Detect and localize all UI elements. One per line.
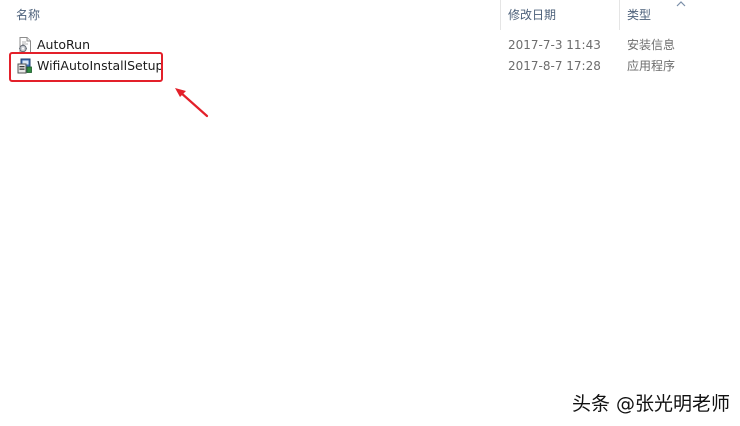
file-date-modified: 2017-7-3 11:43 — [508, 38, 601, 52]
annotation-arrow-icon — [175, 88, 209, 118]
sort-up-icon — [676, 1, 686, 7]
watermark-text: 头条 @张光明老师 — [572, 393, 731, 415]
file-type: 安装信息 — [627, 38, 676, 52]
column-header-date-modified[interactable]: 修改日期 — [500, 0, 626, 30]
file-date-modified: 2017-8-7 17:28 — [508, 59, 601, 73]
column-header-bar: 名称 修改日期 类型 — [0, 0, 740, 30]
file-type: 应用程序 — [627, 59, 676, 73]
setup-info-file-icon — [19, 37, 31, 53]
annotation-highlight-box — [9, 52, 163, 82]
column-header-name[interactable]: 名称 — [10, 0, 504, 30]
